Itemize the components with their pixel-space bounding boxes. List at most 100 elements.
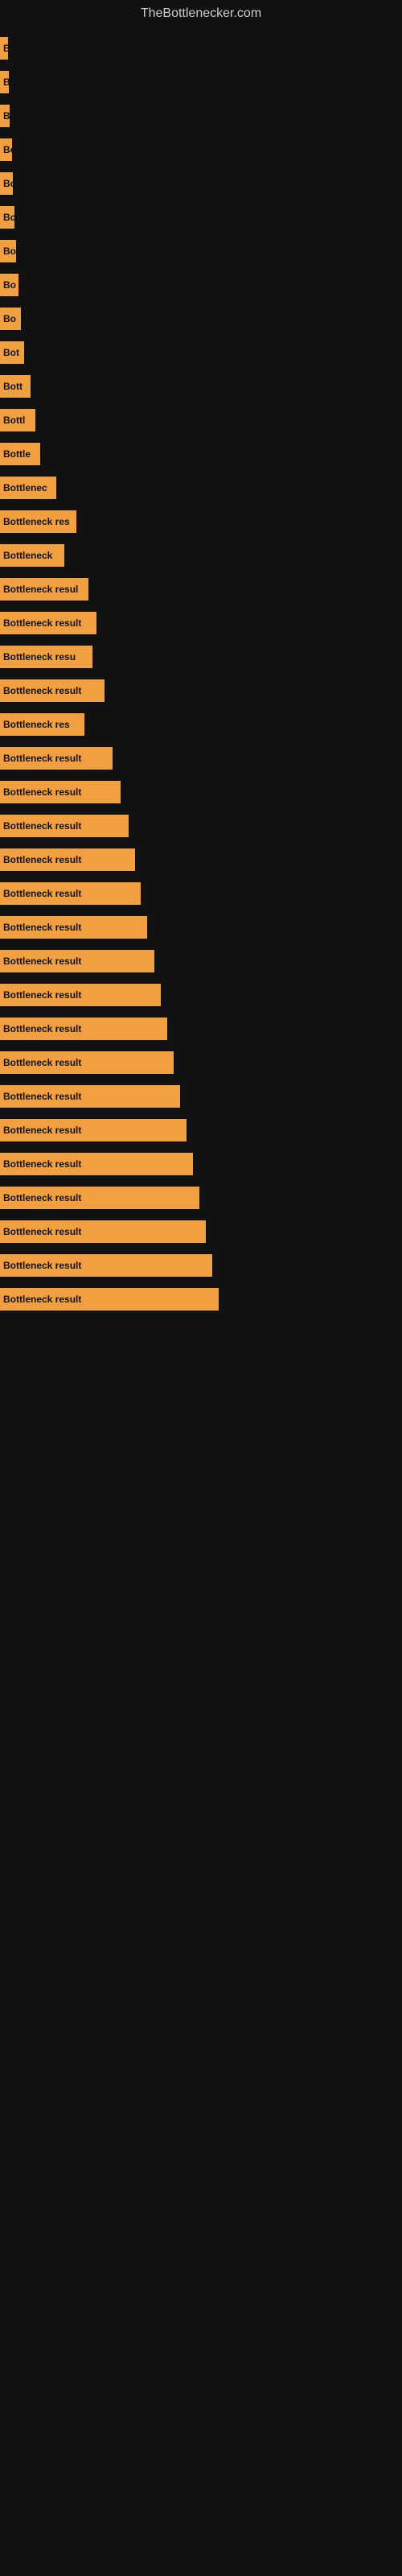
bar-label: Bottleneck result [3, 1125, 81, 1136]
bar-row: Bottleneck result [0, 877, 402, 910]
bar-row: Bo [0, 167, 402, 200]
bar-row: Bottleneck res [0, 506, 402, 538]
bar-row: Bottleneck result [0, 776, 402, 808]
bar-item: Bo [0, 172, 13, 195]
bar-row: Bottleneck res [0, 708, 402, 741]
bar-row: Bo [0, 269, 402, 301]
bar-label: Bottleneck result [3, 1091, 81, 1102]
bar-label: Bot [3, 347, 19, 358]
bar-row: B [0, 66, 402, 98]
bar-label: Bo [3, 279, 16, 291]
bar-label: Bottleneck result [3, 1226, 81, 1237]
bar-label: Bo [3, 212, 14, 223]
bar-label: Bottleneck [3, 550, 52, 561]
bar-row: Bot [0, 336, 402, 369]
bar-item: Bottleneck result [0, 747, 113, 770]
site-title-container: TheBottlenecker.com [0, 0, 402, 24]
bar-row: Bottl [0, 404, 402, 436]
bar-item: Bottleneck resu [0, 646, 92, 668]
bar-row: Bottleneck resul [0, 573, 402, 605]
bar-label: Bottleneck result [3, 888, 81, 899]
bar-label: Bottleneck result [3, 1057, 81, 1068]
bar-item: Bottleneck resul [0, 578, 88, 601]
bar-row: Bottleneck result [0, 810, 402, 842]
bar-label: Bott [3, 381, 23, 392]
bar-row: Bottle [0, 438, 402, 470]
bar-label: Bo [3, 313, 16, 324]
bar-item: Bottleneck result [0, 1051, 174, 1074]
bar-label: Bottleneck resu [3, 651, 76, 663]
bar-label: Bottleneck result [3, 1023, 81, 1034]
bar-label: Bottl [3, 415, 25, 426]
bars-container: BBBBoBoBoBoBoBoBotBottBottlBottleBottlen… [0, 24, 402, 1325]
bar-row: Bottleneck [0, 539, 402, 572]
bar-row: Bottleneck result [0, 607, 402, 639]
bar-row: Bo [0, 134, 402, 166]
bar-item: Bottl [0, 409, 35, 431]
bar-label: Bottleneck result [3, 1294, 81, 1305]
bar-row: Bottleneck result [0, 1046, 402, 1079]
bar-item: Bottleneck result [0, 1288, 219, 1311]
bar-label: Bottle [3, 448, 31, 460]
bar-item: Bottleneck result [0, 950, 154, 972]
bar-label: Bottleneck resul [3, 584, 78, 595]
bar-item: Bottleneck result [0, 781, 121, 803]
bar-label: Bo [3, 178, 13, 189]
bar-item: B [0, 105, 10, 127]
bar-item: Bo [0, 240, 16, 262]
bar-row: Bott [0, 370, 402, 402]
bar-row: Bottleneck resu [0, 641, 402, 673]
bar-label: Bottleneck result [3, 956, 81, 967]
bar-row: Bo [0, 303, 402, 335]
bar-label: Bottleneck result [3, 685, 81, 696]
bar-item: Bo [0, 308, 21, 330]
bar-label: Bottleneck result [3, 1260, 81, 1271]
bar-item: Bottleneck result [0, 1119, 187, 1141]
bar-item: Bottle [0, 443, 40, 465]
bar-row: B [0, 32, 402, 64]
bar-row: Bottleneck result [0, 1013, 402, 1045]
bar-label: Bottleneck result [3, 820, 81, 832]
bar-label: Bottleneck result [3, 753, 81, 764]
site-title: TheBottlenecker.com [0, 0, 402, 24]
bar-row: Bottleneck result [0, 1080, 402, 1113]
bar-item: Bo [0, 206, 14, 229]
bar-row: Bottleneck result [0, 1283, 402, 1315]
bar-label: Bo [3, 246, 16, 257]
bar-label: Bottleneck res [3, 719, 70, 730]
bar-row: Bottleneck result [0, 945, 402, 977]
bar-row: Bo [0, 235, 402, 267]
bar-item: Bottleneck result [0, 984, 161, 1006]
bar-row: Bottleneck result [0, 742, 402, 774]
bar-item: Bottleneck result [0, 1153, 193, 1175]
bar-item: Bottleneck res [0, 713, 84, 736]
bar-label: Bottleneck result [3, 617, 81, 629]
bar-row: B [0, 100, 402, 132]
bar-item: B [0, 71, 9, 93]
bar-label: Bottleneck result [3, 1192, 81, 1203]
bar-item: B [0, 37, 8, 60]
bar-item: Bottleneck result [0, 815, 129, 837]
bar-item: Bo [0, 138, 12, 161]
bar-row: Bottleneck result [0, 911, 402, 943]
bar-item: Bottleneck result [0, 1254, 212, 1277]
bar-item: Bottleneck result [0, 848, 135, 871]
bar-row: Bo [0, 201, 402, 233]
bar-label: Bottleneck result [3, 1158, 81, 1170]
bar-item: Bottleneck result [0, 612, 96, 634]
bar-item: Bottleneck result [0, 916, 147, 939]
bar-row: Bottleneck result [0, 1182, 402, 1214]
bar-row: Bottleneck result [0, 1216, 402, 1248]
bar-row: Bottleneck result [0, 1114, 402, 1146]
bar-item: Bo [0, 274, 18, 296]
bar-item: Bottleneck result [0, 679, 105, 702]
bar-row: Bottleneck result [0, 675, 402, 707]
bar-row: Bottlenec [0, 472, 402, 504]
bar-label: B [3, 110, 10, 122]
bar-row: Bottleneck result [0, 1148, 402, 1180]
bar-label: Bottleneck res [3, 516, 70, 527]
bar-row: Bottleneck result [0, 844, 402, 876]
bar-row: Bottleneck result [0, 1249, 402, 1282]
bar-label: Bottleneck result [3, 989, 81, 1001]
bar-item: Bottleneck [0, 544, 64, 567]
